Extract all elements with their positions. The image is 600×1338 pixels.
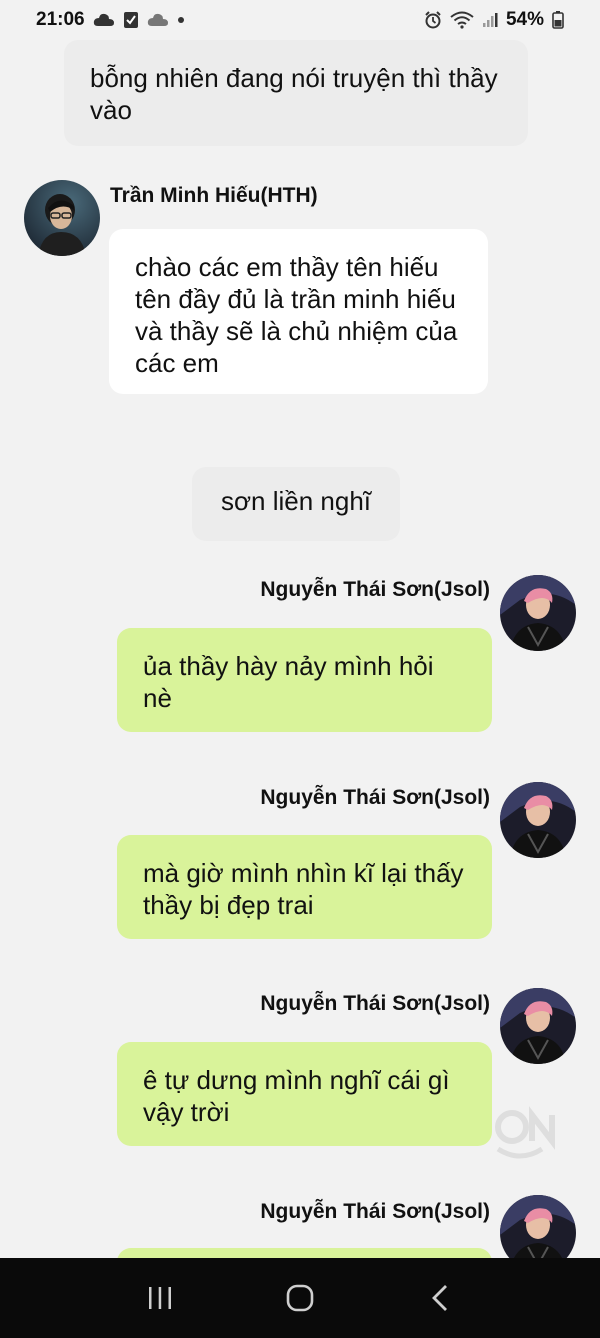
avatar[interactable] <box>500 1195 576 1258</box>
message-text: ê tự dưng mình nghĩ cái gì vậy trời <box>143 1065 450 1127</box>
avatar[interactable] <box>500 782 576 858</box>
avatar-photo-icon <box>500 988 576 1064</box>
clock: 21:06 <box>36 9 85 30</box>
recent-apps-icon <box>149 1287 171 1309</box>
avatar-photo-icon <box>500 575 576 651</box>
status-right: 54% <box>424 9 564 31</box>
home-icon <box>286 1284 314 1312</box>
avatar-photo-icon <box>24 180 100 256</box>
sender-name: Nguyễn Thái Sơn(Jsol) <box>260 1200 490 1223</box>
avatar-photo-icon <box>500 782 576 858</box>
outgoing-bubble: mà giờ mình nhìn kĩ lại thấy thầy bị đẹp… <box>117 835 492 939</box>
outgoing-bubble: ê tự dưng mình nghĩ cái gì vậy trời <box>117 1042 492 1146</box>
home-button[interactable] <box>270 1268 330 1328</box>
message-text: ủa thầy hày nảy mình hỏi nè <box>143 651 434 713</box>
narration-bubble: bỗng nhiên đang nói truyện thì thầy vào <box>64 40 528 146</box>
message-text: mà giờ mình nhìn kĩ lại thấy thầy bị đẹp… <box>143 858 464 920</box>
status-bar: 21:06 54% <box>0 0 600 40</box>
dot-icon <box>177 17 184 23</box>
navigation-bar <box>0 1258 600 1338</box>
cloud-icon <box>93 13 114 26</box>
battery-icon <box>552 11 564 29</box>
recent-apps-button[interactable] <box>130 1268 190 1328</box>
message-text: bỗng nhiên đang nói truyện thì thầy vào <box>90 63 498 125</box>
outgoing-bubble <box>117 1248 492 1258</box>
avatar-photo-icon <box>500 1195 576 1258</box>
sender-name: Nguyễn Thái Sơn(Jsol) <box>260 786 490 809</box>
incoming-bubble: chào các em thầy tên hiếu tên đầy đủ là … <box>109 229 488 394</box>
battery-level: 54% <box>505 9 544 30</box>
avatar[interactable] <box>500 988 576 1064</box>
sender-name: Trần Minh Hiếu(HTH) <box>110 184 318 207</box>
back-button[interactable] <box>410 1268 470 1328</box>
watermark-logo-icon <box>495 1106 555 1159</box>
alarm-icon <box>425 11 441 29</box>
avatar[interactable] <box>24 180 100 256</box>
narration-bubble: sơn liền nghĩ <box>192 467 400 541</box>
sender-name: Nguyễn Thái Sơn(Jsol) <box>260 578 490 601</box>
status-left: 21:06 <box>36 9 185 31</box>
sender-name: Nguyễn Thái Sơn(Jsol) <box>260 992 490 1015</box>
chat-area[interactable]: bỗng nhiên đang nói truyện thì thầy vào … <box>0 40 600 1258</box>
message-text: sơn liền nghĩ <box>220 486 372 516</box>
wifi-icon <box>450 11 474 29</box>
signal-icon <box>482 13 498 27</box>
cloud-icon <box>147 13 168 26</box>
message-text: chào các em thầy tên hiếu tên đầy đủ là … <box>135 252 458 378</box>
checkbox-icon <box>123 12 138 28</box>
outgoing-bubble: ủa thầy hày nảy mình hỏi nè <box>117 628 492 732</box>
back-icon <box>432 1285 447 1311</box>
avatar[interactable] <box>500 575 576 651</box>
